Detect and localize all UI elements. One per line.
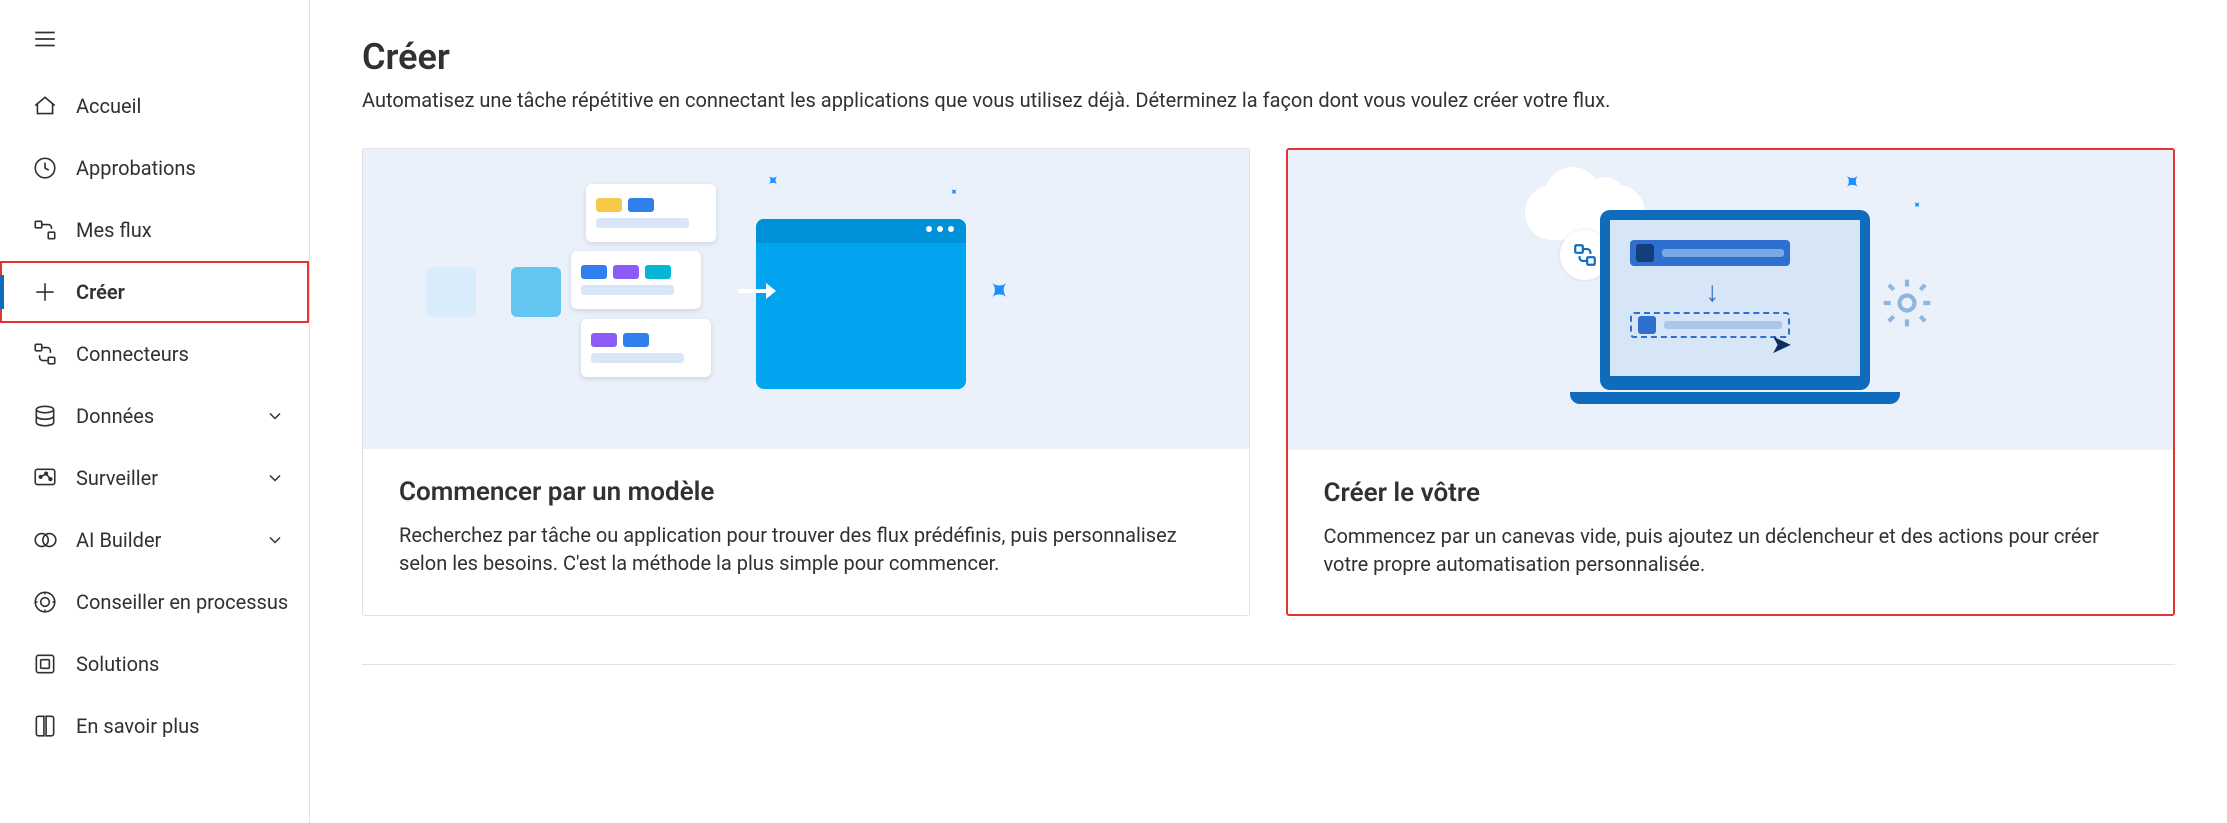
connector-icon (32, 341, 58, 367)
sidebar-item-advisor[interactable]: Conseiller en processus (0, 571, 309, 633)
card-build-your-own[interactable]: ↓ ➤ ✦✦ Créer le vôtre Commencez par un c… (1286, 148, 2176, 616)
sidebar-item-label: Mes flux (76, 218, 285, 242)
monitor-icon (32, 465, 58, 491)
card-blank-desc: Commencez par un canevas vide, puis ajou… (1324, 522, 2138, 578)
hamburger-button[interactable] (0, 18, 309, 75)
learn-icon (32, 713, 58, 739)
chevron-down-icon (265, 530, 285, 550)
sidebar-item-label: Conseiller en processus (76, 590, 288, 614)
gear-icon (1879, 275, 1935, 331)
advisor-icon (32, 589, 58, 615)
sidebar-item-label: Créer (76, 280, 285, 304)
sidebar-item-home[interactable]: Accueil (0, 75, 309, 137)
approval-icon (32, 155, 58, 181)
aibuilder-icon (32, 527, 58, 553)
card-blank-title: Créer le vôtre (1324, 478, 2138, 508)
sidebar-item-approvals[interactable]: Approbations (0, 137, 309, 199)
card-blank-illustration: ↓ ➤ ✦✦ (1288, 150, 2174, 450)
sidebar-item-myflows[interactable]: Mes flux (0, 199, 309, 261)
main-content: Créer Automatisez une tâche répétitive e… (310, 0, 2227, 823)
sidebar-item-learn[interactable]: En savoir plus (0, 695, 309, 757)
sidebar-item-label: Connecteurs (76, 342, 285, 366)
sidebar-item-label: Données (76, 404, 247, 428)
hamburger-icon (32, 26, 58, 52)
data-icon (32, 403, 58, 429)
solutions-icon (32, 651, 58, 677)
sidebar-item-monitor[interactable]: Surveiller (0, 447, 309, 509)
cursor-icon: ➤ (1770, 330, 1792, 360)
sidebar-item-label: En savoir plus (76, 714, 285, 738)
card-start-from-template[interactable]: ✦✦✦ Commencer par un modèle Recherchez p… (362, 148, 1250, 616)
home-icon (32, 93, 58, 119)
sidebar-item-aibuilder[interactable]: AI Builder (0, 509, 309, 571)
sidebar-item-label: AI Builder (76, 528, 247, 552)
sidebar-item-label: Accueil (76, 94, 285, 118)
chevron-down-icon (265, 406, 285, 426)
sidebar-item-label: Approbations (76, 156, 285, 180)
sidebar-item-label: Surveiller (76, 466, 247, 490)
page-title: Créer (362, 36, 2175, 78)
sidebar-item-label: Solutions (76, 652, 285, 676)
plus-icon (32, 279, 58, 305)
sidebar-item-solutions[interactable]: Solutions (0, 633, 309, 695)
sidebar-item-connectors[interactable]: Connecteurs (0, 323, 309, 385)
sidebar-item-data[interactable]: Données (0, 385, 309, 447)
sidebar-item-create[interactable]: Créer (0, 261, 309, 323)
cards-row: ✦✦✦ Commencer par un modèle Recherchez p… (362, 148, 2175, 616)
section-divider (362, 664, 2175, 665)
chevron-down-icon (265, 468, 285, 488)
card-template-illustration: ✦✦✦ (363, 149, 1249, 449)
sidebar: Accueil Approbations Mes flux Créer Connecte… (0, 0, 310, 823)
card-template-title: Commencer par un modèle (399, 477, 1213, 507)
page-subtitle: Automatisez une tâche répétitive en conn… (362, 88, 2175, 112)
flow-icon (32, 217, 58, 243)
card-template-desc: Recherchez par tâche ou application pour… (399, 521, 1213, 577)
